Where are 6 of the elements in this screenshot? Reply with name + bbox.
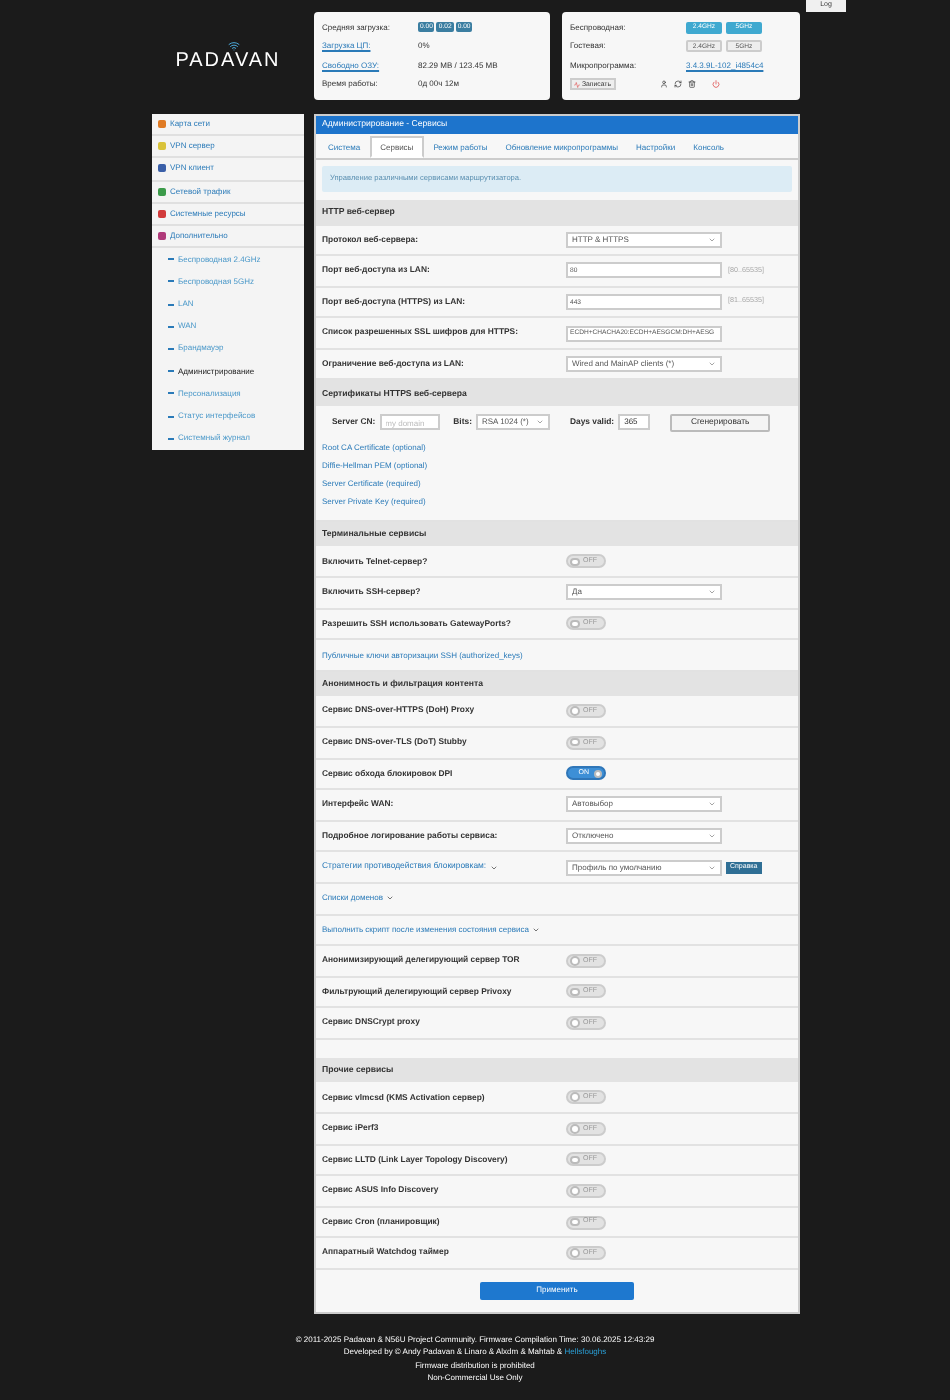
power-icon[interactable] [711,80,719,89]
user-icon[interactable] [659,80,667,89]
trash-icon[interactable] [687,80,695,89]
wifi-icon [226,40,242,52]
refresh-icon[interactable] [673,80,681,89]
logo: PADAVAN [175,52,281,72]
